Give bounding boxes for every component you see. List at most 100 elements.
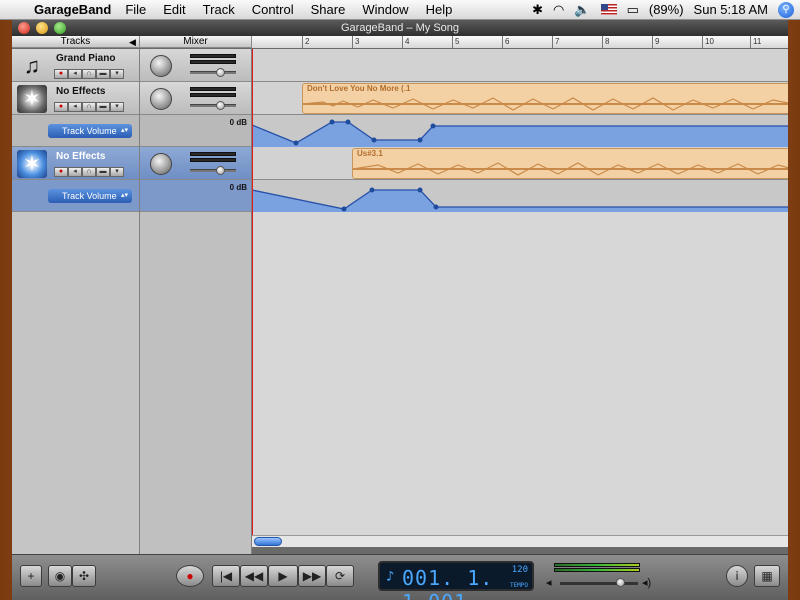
- track-name[interactable]: No Effects: [56, 151, 105, 162]
- menu-file[interactable]: File: [125, 2, 146, 17]
- solo-button[interactable]: ∩: [82, 167, 96, 177]
- cycle-button[interactable]: ⟳: [326, 565, 354, 587]
- track-lane[interactable]: Don't Love You No More (.1: [252, 82, 788, 115]
- battery-icon[interactable]: ▭: [627, 2, 639, 18]
- mute-button[interactable]: ◂: [68, 167, 82, 177]
- track-name[interactable]: No Effects: [56, 86, 105, 97]
- automation-toggle-button[interactable]: ▾: [110, 102, 124, 112]
- record-enable-button[interactable]: ●: [54, 102, 68, 112]
- menu-edit[interactable]: Edit: [163, 2, 185, 17]
- automation-toggle-button[interactable]: ▾: [110, 167, 124, 177]
- go-to-beginning-button[interactable]: |◀: [212, 565, 240, 587]
- record-button[interactable]: ●: [176, 565, 204, 587]
- audio-region[interactable]: Us#3.1: [352, 148, 788, 179]
- track-lane[interactable]: Us#3.1: [252, 147, 788, 180]
- info-button[interactable]: ⅰ: [726, 565, 748, 587]
- spotlight-icon[interactable]: ⚲: [778, 1, 794, 18]
- menu-help[interactable]: Help: [426, 2, 453, 17]
- mixer-column: 0 dB 0 dB: [140, 49, 252, 554]
- ruler-mark: 3: [352, 36, 359, 48]
- volume-automation-curve[interactable]: [252, 180, 788, 212]
- volume-slider[interactable]: [190, 101, 236, 110]
- level-meter: [190, 93, 236, 97]
- pan-knob[interactable]: [150, 55, 172, 77]
- minimize-button[interactable]: [36, 22, 48, 34]
- play-button[interactable]: ▶: [268, 565, 298, 587]
- rewind-button[interactable]: ◀◀: [240, 565, 268, 587]
- mute-button[interactable]: ◂: [68, 102, 82, 112]
- record-enable-button[interactable]: ●: [54, 69, 68, 79]
- track-header-grand-piano[interactable]: ♫ Grand Piano ● ◂ ∩ ▬ ▾: [12, 49, 139, 82]
- menu-window[interactable]: Window: [362, 2, 408, 17]
- pan-knob[interactable]: [150, 153, 172, 175]
- solo-button[interactable]: ∩: [82, 102, 96, 112]
- master-volume-knob[interactable]: [616, 578, 625, 587]
- volume-knob[interactable]: [216, 101, 225, 110]
- automation-popup[interactable]: Track Volume ▴▾: [48, 124, 132, 138]
- time-display[interactable]: ♪ 001. 1. 1.001 120 TEMPO: [378, 561, 534, 600]
- mixer-header[interactable]: Mixer: [140, 36, 252, 48]
- ruler-mark: 8: [602, 36, 609, 48]
- master-meter-left: [554, 563, 640, 567]
- add-track-button[interactable]: +: [20, 565, 42, 587]
- menu-clock[interactable]: Sun 5:18 AM: [694, 2, 768, 17]
- track-lane[interactable]: [252, 49, 788, 82]
- record-enable-button[interactable]: ●: [54, 167, 68, 177]
- region-name: Don't Love You No More (.1: [307, 84, 411, 93]
- track-name[interactable]: Grand Piano: [56, 53, 115, 64]
- collapse-triangle-icon[interactable]: ◀: [129, 36, 136, 48]
- menu-extras: ✱ ◠ 🔈 ▭ (89%) Sun 5:18 AM ⚲: [532, 1, 800, 18]
- playhead[interactable]: [252, 49, 253, 542]
- master-meter-right: [554, 568, 640, 572]
- fast-forward-button[interactable]: ▶▶: [298, 565, 326, 587]
- input-flag-icon[interactable]: [600, 4, 617, 15]
- lock-button[interactable]: ▬: [96, 167, 110, 177]
- region-waveform: [303, 97, 788, 111]
- close-button[interactable]: [18, 22, 30, 34]
- tempo-value[interactable]: 120: [512, 565, 528, 575]
- transport-bar: + ◉ ✣ ● |◀ ◀◀ ▶ ▶▶ ⟳ ♪ 001. 1. 1.001 120…: [12, 554, 788, 600]
- level-meter: [190, 60, 236, 64]
- mute-button[interactable]: ◂: [68, 69, 82, 79]
- track-header-no-effects-1[interactable]: ✶ No Effects ● ◂ ∩ ▬ ▾: [12, 82, 139, 115]
- level-meter: [190, 87, 236, 91]
- zoom-button[interactable]: [54, 22, 66, 34]
- ruler-mark: 10: [702, 36, 714, 48]
- scrollbar-thumb[interactable]: [254, 537, 282, 546]
- volume-automation-curve[interactable]: [252, 115, 788, 147]
- track-header-no-effects-2[interactable]: ✶ No Effects ● ◂ ∩ ▬ ▾: [12, 147, 139, 180]
- bluetooth-icon[interactable]: ✱: [532, 2, 543, 18]
- audio-region[interactable]: Don't Love You No More (.1: [302, 83, 788, 114]
- horizontal-scrollbar[interactable]: [252, 535, 788, 547]
- tracks-header: Tracks: [12, 36, 140, 48]
- volume-icon[interactable]: 🔈: [574, 2, 590, 18]
- ruler-mark: 4: [402, 36, 409, 48]
- track-info-eye-icon[interactable]: ◉: [48, 565, 72, 587]
- volume-knob[interactable]: [216, 68, 225, 77]
- solo-button[interactable]: ∩: [82, 69, 96, 79]
- ruler-mark: 6: [502, 36, 509, 48]
- automation-popup[interactable]: Track Volume ▴▾: [48, 189, 132, 203]
- lock-button[interactable]: ▬: [96, 102, 110, 112]
- automation-toggle-button[interactable]: ▾: [110, 69, 124, 79]
- media-browser-icon[interactable]: ▦: [754, 565, 780, 587]
- volume-knob[interactable]: [216, 166, 225, 175]
- automation-lane[interactable]: [252, 115, 788, 147]
- lock-button[interactable]: ▬: [96, 69, 110, 79]
- menu-app-name[interactable]: GarageBand: [34, 2, 111, 17]
- loop-browser-icon[interactable]: ✣: [72, 565, 96, 587]
- menu-share[interactable]: Share: [311, 2, 346, 17]
- automation-lane[interactable]: [252, 180, 788, 212]
- volume-slider[interactable]: [190, 68, 236, 77]
- master-volume-slider[interactable]: [560, 578, 638, 587]
- pan-knob[interactable]: [150, 88, 172, 110]
- mixer-strip: [140, 82, 251, 115]
- menu-control[interactable]: Control: [252, 2, 294, 17]
- menu-track[interactable]: Track: [203, 2, 235, 17]
- wifi-icon[interactable]: ◠: [553, 2, 564, 18]
- tempo-label: TEMPO: [509, 582, 528, 589]
- volume-slider[interactable]: [190, 166, 236, 175]
- timeline-ruler[interactable]: 2 3 4 5 6 7 8 9 10 11: [252, 36, 788, 48]
- ruler-mark: 9: [652, 36, 659, 48]
- timeline-area[interactable]: Don't Love You No More (.1 Us#3.1: [252, 49, 788, 542]
